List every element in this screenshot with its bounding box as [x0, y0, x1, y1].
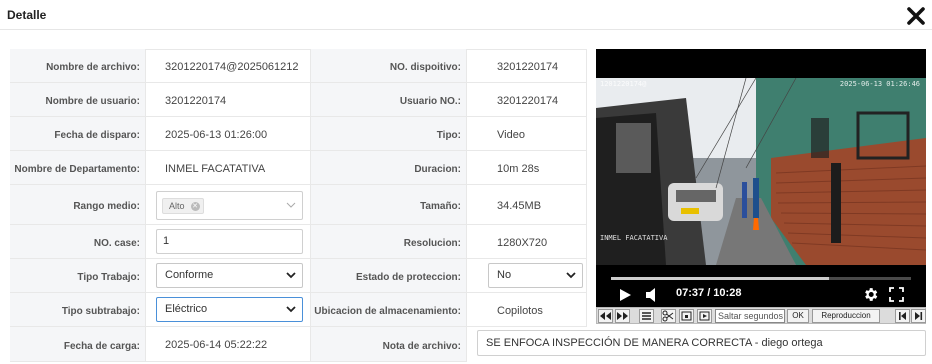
- row-usuario: Nombre de usuario: 3201220174 Usuario NO…: [10, 83, 587, 117]
- list-icon: [642, 312, 651, 320]
- player-controls: 07:37 / 10:28: [596, 265, 926, 309]
- video-frame[interactable]: 1201220174@ 2025-06-13 01:26:46 INMEL FA…: [596, 78, 926, 265]
- value-tipo: Video: [497, 129, 525, 141]
- label-no-case: NO. case:: [93, 238, 140, 249]
- row-subtrabajo: Tipo subtrabajo: Eléctrico Ubicacion de …: [10, 293, 587, 327]
- nota-archivo-input[interactable]: SE ENFOCA INSPECCIÓN DE MANERA CORRECTA …: [477, 330, 926, 356]
- rango-tag-label: Alto: [169, 201, 185, 211]
- play-icon[interactable]: [618, 288, 632, 302]
- chevron-down-icon: [286, 306, 296, 313]
- label-tamano: Tamaño:: [420, 201, 461, 212]
- estado-proteccion-value: No: [497, 269, 512, 281]
- value-usuario-no: 3201220174: [497, 95, 559, 107]
- fast-forward-icon: [617, 312, 628, 320]
- skip-back-icon: [899, 312, 906, 320]
- scissors-icon: [662, 310, 674, 322]
- label-rango-medio: Rango medio:: [73, 201, 140, 212]
- value-fecha-carga: 2025-06-14 05:22:22: [165, 339, 268, 351]
- time-display: 07:37 / 10:28: [676, 287, 742, 299]
- estado-proteccion-select[interactable]: No: [488, 263, 583, 288]
- tipo-trabajo-select[interactable]: Conforme: [156, 263, 303, 288]
- next-button[interactable]: [911, 309, 926, 323]
- value-fecha-disparo: 2025-06-13 01:26:00: [165, 129, 268, 141]
- tipo-subtrabajo-select[interactable]: Eléctrico: [156, 297, 303, 322]
- volume-icon[interactable]: [645, 287, 659, 303]
- label-ubicacion: Ubicacion de almacenamiento:: [314, 306, 461, 317]
- label-usuario-no: Usuario NO.:: [399, 96, 461, 107]
- snapshot-button[interactable]: [679, 309, 694, 323]
- playback-button[interactable]: Reproduccion: [812, 309, 880, 323]
- label-no-dispositivo: NO. dispoitivo:: [389, 62, 461, 73]
- label-tipo-trabajo: Tipo Trabajo:: [77, 272, 140, 283]
- progress-fill: [611, 277, 830, 280]
- row-departamento: Nombre de Departamento: INMEL FACATATIVA…: [10, 151, 587, 185]
- dialog-title: Detalle: [7, 8, 47, 22]
- rango-tag: Alto ✕: [162, 198, 204, 214]
- progress-bar[interactable]: [611, 277, 911, 280]
- value-ubicacion: Copilotos: [497, 305, 543, 317]
- label-nombre-archivo: Nombre de archivo:: [46, 62, 140, 73]
- tipo-trabajo-value: Conforme: [165, 269, 214, 281]
- value-nombre-archivo: 3201220174@2025061212: [165, 61, 299, 73]
- value-duracion: 10m 28s: [497, 163, 540, 175]
- row-fecha-disparo: Fecha de disparo: 2025-06-13 01:26:00 Ti…: [10, 117, 587, 151]
- close-icon[interactable]: [906, 6, 926, 26]
- label-fecha-carga: Fecha de carga:: [63, 341, 140, 352]
- dialog-header: Detalle: [0, 0, 932, 30]
- snapshot-icon: [681, 311, 692, 321]
- fullscreen-icon[interactable]: [889, 287, 904, 302]
- row-tipo-trabajo: Tipo Trabajo: Conforme Estado de protecc…: [10, 259, 587, 293]
- chevron-down-icon: [286, 272, 296, 279]
- rango-medio-select[interactable]: Alto ✕: [156, 191, 303, 220]
- value-resolucion: 1280X720: [497, 237, 548, 249]
- fast-forward-button[interactable]: [615, 309, 630, 323]
- label-tipo-subtrabajo: Tipo subtrabajo:: [61, 306, 140, 317]
- value-nombre-usuario: 3201220174: [165, 95, 227, 107]
- osd-timestamp: 2025-06-13 01:26:46: [839, 80, 920, 88]
- osd-device-label: 1201220174@: [600, 80, 647, 88]
- label-nombre-usuario: Nombre de usuario:: [45, 96, 140, 107]
- ok-button[interactable]: OK: [787, 309, 809, 323]
- label-estado-proteccion: Estado de proteccion:: [355, 272, 461, 283]
- label-duracion: Duracion:: [414, 164, 461, 175]
- chevron-down-icon: [566, 272, 576, 279]
- chevron-down-icon: [286, 202, 296, 208]
- detail-form: Nombre de archivo: 3201220174@2025061212…: [10, 49, 587, 362]
- gear-icon[interactable]: [862, 286, 879, 303]
- value-no-dispositivo: 3201220174: [497, 61, 559, 73]
- rewind-icon: [600, 312, 611, 320]
- cut-button[interactable]: [661, 309, 676, 323]
- label-fecha-disparo: Fecha de disparo:: [54, 130, 140, 141]
- skip-seconds-input[interactable]: Saltar segundos: [715, 309, 785, 323]
- label-tipo: Tipo:: [436, 130, 461, 141]
- no-case-input[interactable]: 1: [156, 229, 303, 254]
- rewind-button[interactable]: [598, 309, 613, 323]
- value-tamano: 34.45MB: [497, 200, 542, 212]
- skip-forward-icon: [915, 312, 923, 320]
- row-archivo: Nombre de archivo: 3201220174@2025061212…: [10, 49, 587, 83]
- tipo-subtrabajo-value: Eléctrico: [165, 303, 208, 315]
- osd-bottom-label: INMEL FACATATIVA: [600, 234, 668, 242]
- step-button[interactable]: [697, 309, 712, 323]
- player-toolbar: Saltar segundos OK Reproduccion: [596, 307, 926, 324]
- label-resolucion: Resolucion:: [403, 238, 461, 249]
- row-case: NO. case: 1 Resolucion: 1280X720: [10, 225, 587, 259]
- list-button[interactable]: [639, 309, 654, 323]
- label-nota-archivo: Nota de archivo:: [382, 341, 461, 352]
- row-rango: Rango medio: Alto ✕ Tamaño: 34.45MB: [10, 185, 587, 225]
- prev-button[interactable]: [895, 309, 910, 323]
- value-departamento: INMEL FACATATIVA: [165, 163, 266, 175]
- label-departamento: Nombre de Departamento:: [14, 164, 140, 175]
- step-icon: [699, 311, 710, 321]
- video-player[interactable]: 1201220174@ 2025-06-13 01:26:46 INMEL FA…: [596, 49, 926, 309]
- tag-remove-icon[interactable]: ✕: [190, 202, 200, 211]
